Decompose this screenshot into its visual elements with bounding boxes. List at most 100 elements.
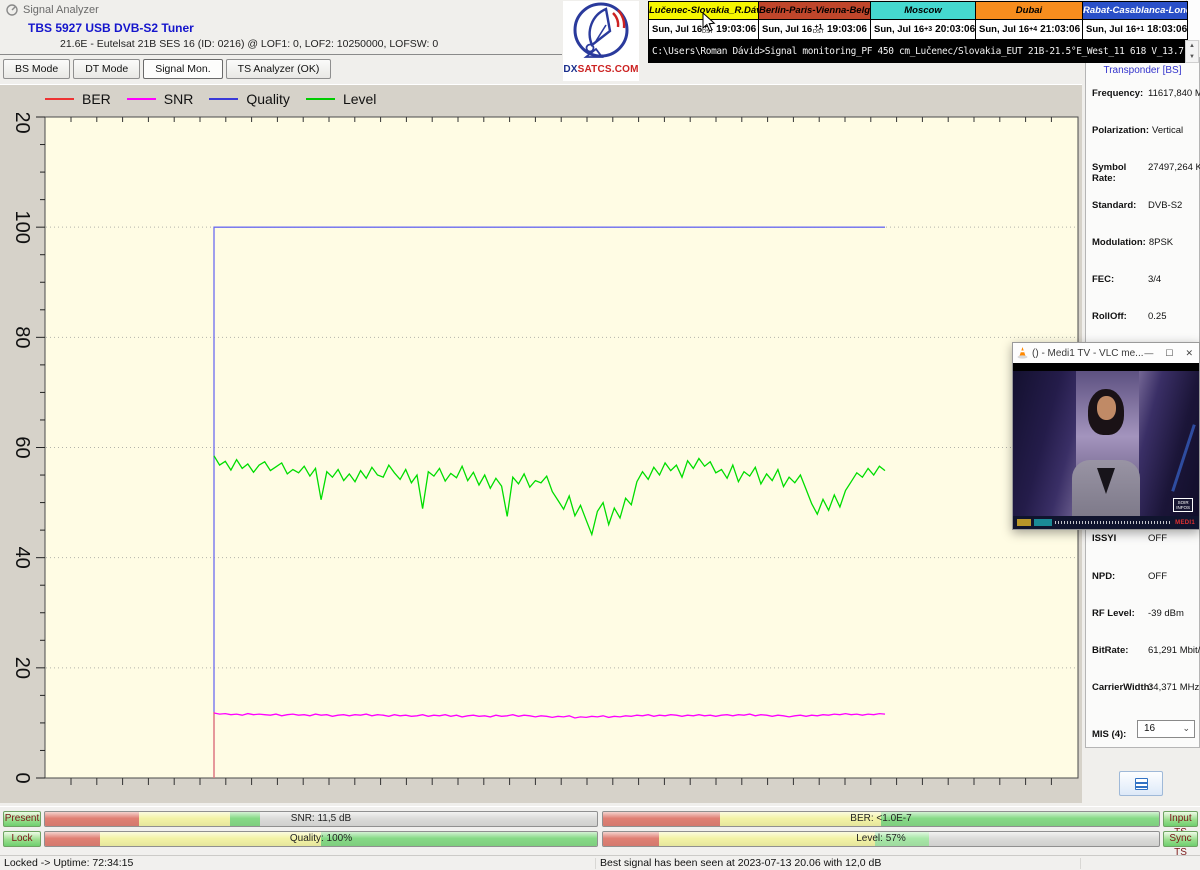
- button-lock[interactable]: Lock: [3, 831, 41, 847]
- legend-label: Level: [343, 91, 376, 107]
- clock-time: 19:03:06: [827, 24, 867, 35]
- clock-city-label: Dubai: [976, 2, 1082, 20]
- gauge-label: Quality: 100%: [45, 833, 597, 844]
- transponder-row-value: 8PSK: [1149, 237, 1173, 248]
- clock-utc-offset: +1: [1136, 27, 1144, 32]
- stream-list-icon: [1135, 778, 1148, 790]
- transponder-row-value: 27497,264 KS/s: [1148, 162, 1200, 184]
- clock-time: 20:03:06: [935, 24, 975, 35]
- clock-time-row: Sun, Jul 16+1DST19:03:06: [759, 20, 870, 39]
- transponder-row: RF Level:-39 dBm: [1092, 608, 1197, 619]
- close-icon[interactable]: ✕: [1185, 348, 1193, 359]
- transponder-row-value: DVB-S2: [1148, 200, 1182, 211]
- scroll-down-icon[interactable]: ▼: [1186, 52, 1198, 63]
- world-clocks: Lučenec-Slovakia_R.DávidSun, Jul 16+1DST…: [648, 1, 1188, 40]
- legend-line-swatch: [306, 98, 335, 100]
- clock-date: Sun, Jul 16: [762, 24, 812, 35]
- button-sync-ts[interactable]: Sync TS: [1163, 831, 1198, 847]
- signal-analyzer-window: { "window": { "title": "Signal Analyzer"…: [0, 0, 1200, 870]
- channel-logo: MEDI1: [1175, 520, 1195, 526]
- clock-time-row: Sun, Jul 16+421:03:06: [976, 20, 1082, 39]
- svg-text:0: 0: [11, 772, 33, 783]
- vlc-window[interactable]: () - Medi1 TV - VLC me... — ☐ ✕ SOIRINFO…: [1012, 342, 1200, 530]
- clock-utc-offset: +3: [924, 27, 932, 32]
- statusbar-divider: [595, 858, 596, 869]
- tab-ts-analyzer-ok-[interactable]: TS Analyzer (OK): [226, 59, 332, 79]
- clock-date: Sun, Jul 16: [979, 24, 1029, 35]
- transponder-row-value: 34,371 MHz: [1148, 682, 1199, 693]
- transponder-row: Frequency:11617,840 MHz: [1092, 88, 1197, 99]
- chart-legend: BER SNR Quality Level: [45, 91, 392, 107]
- device-title: TBS 5927 USB DVB-S2 Tuner: [28, 21, 194, 35]
- maximize-icon[interactable]: ☐: [1165, 348, 1173, 359]
- ticker-text: [1055, 521, 1172, 524]
- gauge-quality: Quality: 100%: [44, 831, 598, 847]
- legend-label: SNR: [164, 91, 194, 107]
- command-prompt-scrollbar[interactable]: ▲ ▼: [1185, 40, 1199, 63]
- button-present[interactable]: Present: [3, 811, 41, 827]
- transponder-row: ISSYIOFF: [1092, 533, 1197, 544]
- vlc-video-area[interactable]: SOIRINFOS MEDI1: [1013, 363, 1199, 529]
- video-letterbox: [1013, 363, 1199, 371]
- legend-item-level: Level: [306, 91, 376, 107]
- clock-time: 21:03:06: [1040, 24, 1080, 35]
- lock-uptime-status: Locked -> Uptime: 72:34:15: [4, 857, 133, 869]
- satellite-dish-icon: [572, 1, 630, 61]
- clock-utc-offset: +1DST: [813, 25, 824, 35]
- ticker-tag-block: [1034, 519, 1052, 526]
- clock-time-row: Sun, Jul 16+320:03:06: [871, 20, 975, 39]
- tuner-subtitle: 21.6E - Eutelsat 21B SES 16 (ID: 0216) @…: [60, 38, 438, 50]
- transponder-row-label: CarrierWidth:: [1092, 682, 1145, 693]
- transponder-row-label: NPD:: [1092, 571, 1145, 582]
- legend-item-snr: SNR: [127, 91, 194, 107]
- transponder-row-value: 61,291 Mbit/s: [1148, 645, 1200, 656]
- command-prompt-text: C:\Users\Roman Dávid>Signal monitoring_P…: [648, 46, 1185, 57]
- app-icon: [6, 4, 18, 16]
- ticker-time-block: [1017, 519, 1031, 526]
- legend-label: Quality: [246, 91, 290, 107]
- transponder-row-label: ISSYI: [1092, 533, 1145, 544]
- legend-item-ber: BER: [45, 91, 111, 107]
- legend-line-swatch: [45, 98, 74, 100]
- tab-dt-mode[interactable]: DT Mode: [73, 59, 140, 79]
- news-presenter: [1013, 371, 1199, 516]
- dst-flag: DST: [813, 30, 824, 35]
- app-titlebar: Signal Analyzer: [6, 2, 99, 18]
- button-input-ts[interactable]: Input TS: [1163, 811, 1198, 827]
- minimize-icon[interactable]: —: [1144, 348, 1153, 359]
- clock-time-row: Sun, Jul 16+118:03:06: [1083, 20, 1187, 39]
- mode-tabs: BS ModeDT ModeSignal Mon.TS Analyzer (OK…: [3, 59, 331, 79]
- transponder-row-value: 0.25: [1148, 311, 1167, 322]
- vlc-titlebar[interactable]: () - Medi1 TV - VLC me... — ☐ ✕: [1013, 343, 1199, 363]
- gauge-level: Level: 57%: [602, 831, 1160, 847]
- window-title: Signal Analyzer: [23, 4, 99, 16]
- ts-stream-button[interactable]: [1119, 771, 1163, 796]
- transponder-panel-title: Transponder [BS]: [1086, 65, 1199, 76]
- transponder-row-label: Frequency:: [1092, 88, 1145, 99]
- gauge-ber: BER: <1.0E-7: [602, 811, 1160, 827]
- statusbar-divider: [1080, 858, 1081, 869]
- signal-chart-panel: BERSNRQualityLevel 020406080100120: [0, 84, 1082, 803]
- vlc-window-title: () - Medi1 TV - VLC me...: [1032, 348, 1144, 359]
- transponder-row-label: RollOff:: [1092, 311, 1145, 322]
- statusbar: Locked -> Uptime: 72:34:15 Best signal h…: [0, 855, 1200, 870]
- transponder-row-value: 3/4: [1148, 274, 1161, 285]
- scroll-up-icon[interactable]: ▲: [1186, 41, 1198, 52]
- mis-dropdown[interactable]: 16 ⌄: [1137, 720, 1195, 738]
- clock-time: 18:03:06: [1147, 24, 1187, 35]
- tab-bs-mode[interactable]: BS Mode: [3, 59, 70, 79]
- tab-signal-mon-[interactable]: Signal Mon.: [143, 59, 222, 79]
- clock-utc-offset: +4: [1029, 27, 1037, 32]
- clock-city-label: Rabat-Casablanca-London: [1083, 2, 1187, 20]
- news-ticker: MEDI1: [1013, 516, 1199, 529]
- command-prompt[interactable]: C:\Users\Roman Dávid>Signal monitoring_P…: [648, 40, 1185, 63]
- utc-offset-value: +1: [1136, 27, 1144, 32]
- transponder-row-value: -39 dBm: [1148, 608, 1184, 619]
- gauge-label: Level: 57%: [603, 833, 1159, 844]
- presenter-face: [1097, 396, 1116, 420]
- legend-label: BER: [82, 91, 111, 107]
- mis-label: MIS (4):: [1092, 729, 1126, 740]
- clock-date: Sun, Jul 16: [652, 24, 702, 35]
- clock-cell: Rabat-Casablanca-LondonSun, Jul 16+118:0…: [1083, 2, 1187, 39]
- svg-text:60: 60: [11, 436, 33, 458]
